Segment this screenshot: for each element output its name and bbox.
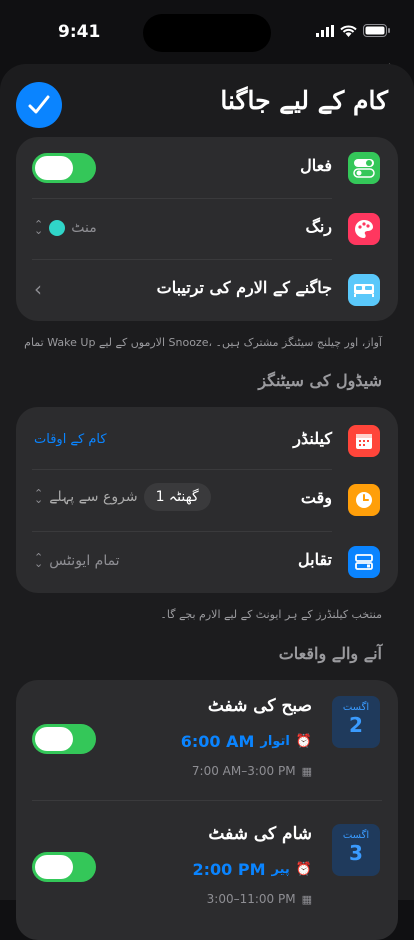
active-toggle[interactable]	[32, 153, 96, 183]
chevron-updown-icon: ⌃ ⌄	[34, 487, 44, 506]
event-alarm-day: پیر	[271, 862, 290, 877]
battery-icon	[363, 24, 390, 37]
mint-swatch	[49, 220, 66, 236]
schedule-settings-card: کام کے اوقات کیلنڈر ⌃ ⌄ شروع سے پہلے 1 گھ…	[16, 407, 398, 593]
matching-selector[interactable]: ⌃ ⌄ تمام ایونٹس	[34, 551, 120, 570]
active-label: فعال	[300, 156, 332, 175]
calendar-row[interactable]: کام کے اوقات کیلنڈر	[16, 410, 398, 472]
bed-icon	[348, 274, 380, 306]
chevron-updown-icon: ⌃ ⌄	[34, 551, 44, 570]
event-alarm-clock: 6:00 AM	[180, 732, 255, 751]
event-alarm-toggle[interactable]	[32, 852, 96, 882]
calendar-label: کیلنڈر	[293, 429, 332, 448]
alarm-settings-label: جاگنے کے الارم کی ترتیبات	[156, 278, 332, 297]
upcoming-events-card: اگست 2 صبح کی شفٹ 6:00 AM اتوار ⏰ 7:00 A…	[16, 680, 398, 940]
calendar-small-icon: ▦	[301, 892, 312, 906]
schedule-section-header: شیڈول کی سیٹنگز	[258, 371, 382, 390]
event-alarm-day: اتوار	[260, 734, 290, 749]
color-value: منٹ	[71, 220, 97, 236]
matching-value: تمام ایونٹس	[49, 553, 120, 569]
time-label: وقت	[300, 488, 332, 507]
alarm-clock-icon: ⏰	[295, 734, 312, 749]
palette-icon	[348, 213, 380, 245]
divider	[32, 800, 382, 801]
calendar-value[interactable]: کام کے اوقات	[34, 432, 107, 447]
event-month: اگست	[342, 830, 370, 841]
alarm-settings-row[interactable]: ‹ جاگنے کے الارم کی ترتیبات	[16, 259, 398, 321]
event-item[interactable]: اگست 2 صبح کی شفٹ 6:00 AM اتوار ⏰ 7:00 A…	[16, 680, 398, 798]
color-row[interactable]: ⌃ ⌄ منٹ رنگ	[16, 198, 398, 260]
event-time-range: 7:00 AM–3:00 PM	[191, 764, 296, 778]
calendar-icon	[348, 425, 380, 457]
event-alarm-clock: 2:00 PM	[192, 860, 266, 879]
color-label: رنگ	[305, 217, 333, 236]
done-button[interactable]	[16, 82, 62, 128]
time-selector[interactable]: ⌃ ⌄ شروع سے پہلے 1 گھنٹہ	[34, 483, 211, 511]
time-offset-pill[interactable]: 1 گھنٹہ	[143, 483, 211, 511]
upcoming-section-header: آنے والے واقعات	[278, 644, 382, 663]
event-alarm-time: 2:00 PM پیر ⏰	[193, 860, 312, 879]
status-icons	[316, 24, 390, 37]
filter-icon	[348, 546, 380, 578]
chevron-updown-icon: ⌃ ⌄	[34, 218, 44, 237]
schedule-footnote: منتخب کیلنڈرز کے ہر ایونٹ کے لیے الارم ب…	[160, 608, 382, 621]
sheet-title: کام کے لیے جاگنا	[220, 86, 388, 115]
chevron-left-icon: ‹	[34, 277, 42, 301]
general-footnote: تمام Wake Up الارموں کے لیے Snooze، آواز…	[24, 336, 382, 349]
event-range: 7:00 AM–3:00 PM ▦	[192, 764, 312, 778]
cellular-signal-icon	[316, 24, 334, 37]
event-time-range: 3:00–11:00 PM	[206, 892, 296, 906]
checkmark-icon	[28, 95, 50, 114]
color-selector[interactable]: ⌃ ⌄ منٹ	[34, 218, 97, 237]
matching-label: تقابل	[298, 550, 332, 569]
active-row: فعال	[16, 137, 398, 199]
wake-for-work-sheet: کام کے لیے جاگنا فعال ⌃ ⌄ منٹ رنگ ‹ جاگنے…	[0, 64, 414, 940]
event-date-badge: اگست 3	[332, 824, 380, 876]
dynamic-island	[143, 14, 271, 52]
event-title: صبح کی شفٹ	[207, 696, 312, 716]
event-item[interactable]: اگست 3 شام کی شفٹ 2:00 PM پیر ⏰ 3:00–11:…	[16, 808, 398, 926]
toggles-icon	[348, 152, 380, 184]
status-time: 9:41	[58, 22, 101, 42]
calendar-small-icon: ▦	[301, 764, 312, 778]
clock-icon	[348, 484, 380, 516]
matching-row[interactable]: ⌃ ⌄ تمام ایونٹس تقابل	[16, 531, 398, 593]
time-row[interactable]: ⌃ ⌄ شروع سے پہلے 1 گھنٹہ وقت	[16, 469, 398, 531]
time-suffix: شروع سے پہلے	[49, 489, 138, 505]
event-day: 2	[349, 713, 363, 737]
general-settings-card: فعال ⌃ ⌄ منٹ رنگ ‹ جاگنے کے الارم کی ترتی…	[16, 137, 398, 321]
event-month: اگست	[342, 702, 370, 713]
status-bar: 9:41	[0, 0, 414, 60]
event-alarm-time: 6:00 AM اتوار ⏰	[181, 732, 312, 751]
wifi-icon	[340, 25, 357, 37]
event-range: 3:00–11:00 PM ▦	[207, 892, 312, 906]
alarm-clock-icon: ⏰	[295, 862, 312, 877]
event-title: شام کی شفٹ	[208, 824, 312, 844]
event-alarm-toggle[interactable]	[32, 724, 96, 754]
event-date-badge: اگست 2	[332, 696, 380, 748]
event-day: 3	[349, 841, 363, 865]
